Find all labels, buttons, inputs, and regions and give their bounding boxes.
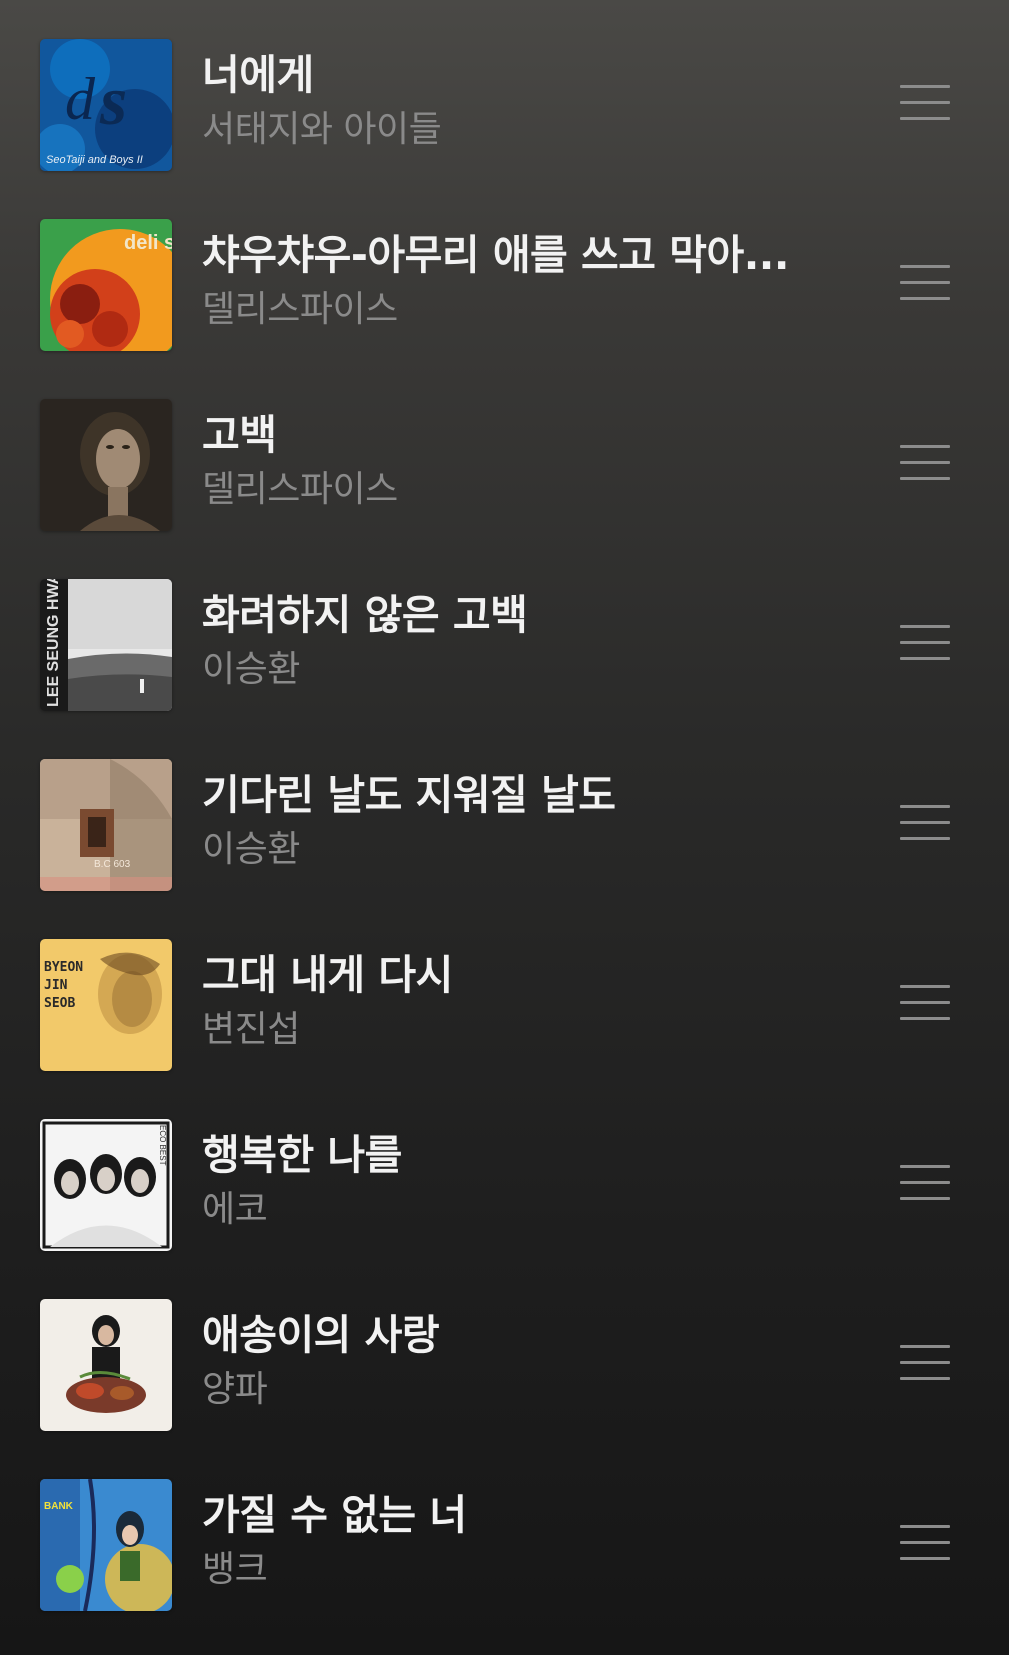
- track-title: 챠우챠우-아무리 애를 쓰고 막아...: [202, 231, 789, 279]
- album-cover: BANK: [40, 1479, 172, 1611]
- track-title: 화려하지 않은 고백: [202, 591, 528, 639]
- track-title: 고백: [202, 411, 277, 459]
- track-artist: 델리스파이스: [202, 289, 398, 330]
- track-artist: 이승환: [202, 829, 300, 870]
- album-cover: deli spice: [40, 219, 172, 351]
- track-artist: 이승환: [202, 649, 300, 690]
- track-row[interactable]: 고백 델리스파이스: [0, 360, 1009, 540]
- track-row[interactable]: BYEON JIN SEOB 그대 내게 다시 변진섭: [0, 900, 1009, 1080]
- track-row[interactable]: LEE SEUNG HWAN 화려하지 않은 고백 이승환: [0, 540, 1009, 720]
- track-title: 너에게: [202, 51, 314, 99]
- album-cover: B.C 603: [40, 759, 172, 891]
- track-row[interactable]: B.C 603 기다린 날도 지워질 날도 이승환: [0, 720, 1009, 900]
- track-row[interactable]: ECO BEST 행복한 나를 에코: [0, 1080, 1009, 1260]
- svg-text:d: d: [65, 66, 96, 132]
- drag-handle-icon[interactable]: [900, 1165, 950, 1201]
- svg-text:BANK: BANK: [44, 1501, 74, 1512]
- track-title: 애송이의 사랑: [202, 1311, 440, 1359]
- track-title: 가질 수 없는 너: [202, 1491, 467, 1539]
- svg-text:ECO BEST: ECO BEST: [158, 1125, 167, 1166]
- album-cover: BYEON JIN SEOB: [40, 939, 172, 1071]
- track-title: 기다린 날도 지워질 날도: [202, 771, 616, 819]
- drag-handle-icon[interactable]: [900, 445, 950, 481]
- svg-text:s: s: [99, 63, 127, 140]
- track-artist: 양파: [202, 1369, 268, 1410]
- drag-handle-icon[interactable]: [900, 85, 950, 121]
- track-row[interactable]: 애송이의 사랑 양파: [0, 1260, 1009, 1440]
- drag-handle-icon[interactable]: [900, 1525, 950, 1561]
- svg-text:deli spice: deli spice: [124, 232, 172, 254]
- album-cover: LEE SEUNG HWAN: [40, 579, 172, 711]
- playlist: s d SeoTaiji and Boys II 너에게 서태지와 아이들 de…: [0, 0, 1009, 1655]
- track-title: 행복한 나를: [202, 1131, 402, 1179]
- track-artist: 변진섭: [202, 1009, 300, 1050]
- track-row[interactable]: s d SeoTaiji and Boys II 너에게 서태지와 아이들: [0, 0, 1009, 180]
- drag-handle-icon[interactable]: [900, 265, 950, 301]
- track-row[interactable]: BANK 가질 수 없는 너 뱅크: [0, 1440, 1009, 1620]
- svg-text:SeoTaiji and Boys II: SeoTaiji and Boys II: [46, 154, 143, 166]
- track-artist: 델리스파이스: [202, 469, 398, 510]
- album-cover: s d SeoTaiji and Boys II: [40, 39, 172, 171]
- track-artist: 뱅크: [202, 1549, 268, 1590]
- svg-text:B.C 603: B.C 603: [94, 859, 131, 870]
- track-artist: 서태지와 아이들: [202, 109, 442, 150]
- album-cover: [40, 399, 172, 531]
- album-cover: [40, 1299, 172, 1431]
- album-cover: ECO BEST: [40, 1119, 172, 1251]
- track-artist: 에코: [202, 1189, 268, 1230]
- drag-handle-icon[interactable]: [900, 1345, 950, 1381]
- drag-handle-icon[interactable]: [900, 625, 950, 661]
- track-row[interactable]: deli spice 챠우챠우-아무리 애를 쓰고 막아... 델리스파이스: [0, 180, 1009, 360]
- drag-handle-icon[interactable]: [900, 805, 950, 841]
- drag-handle-icon[interactable]: [900, 985, 950, 1021]
- track-title: 그대 내게 다시: [202, 951, 453, 999]
- svg-text:LEE SEUNG HWAN: LEE SEUNG HWAN: [45, 579, 62, 707]
